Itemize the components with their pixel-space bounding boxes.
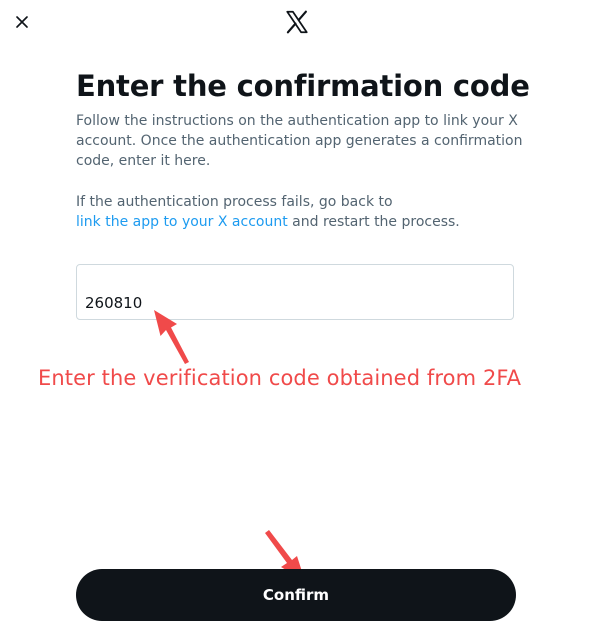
page-title: Enter the confirmation code — [76, 69, 530, 103]
confirmation-code-field[interactable] — [76, 264, 514, 320]
close-button[interactable] — [4, 4, 40, 40]
confirmation-code-input[interactable] — [85, 291, 485, 315]
close-icon — [16, 16, 28, 28]
x-logo-icon — [286, 10, 308, 34]
link-app-link[interactable]: link the app to your X account — [76, 214, 288, 230]
confirm-button[interactable]: Confirm — [76, 569, 516, 621]
instructions-text: Follow the instructions on the authentic… — [76, 113, 523, 169]
fail-text-before: If the authentication process fails, go … — [76, 194, 393, 210]
confirmation-dialog: Enter the confirmation code Follow the i… — [0, 0, 594, 638]
annotation-text: Enter the verification code obtained fro… — [38, 366, 522, 390]
fail-instructions: If the authentication process fails, go … — [76, 192, 526, 232]
fail-text-after: and restart the process. — [292, 214, 460, 230]
